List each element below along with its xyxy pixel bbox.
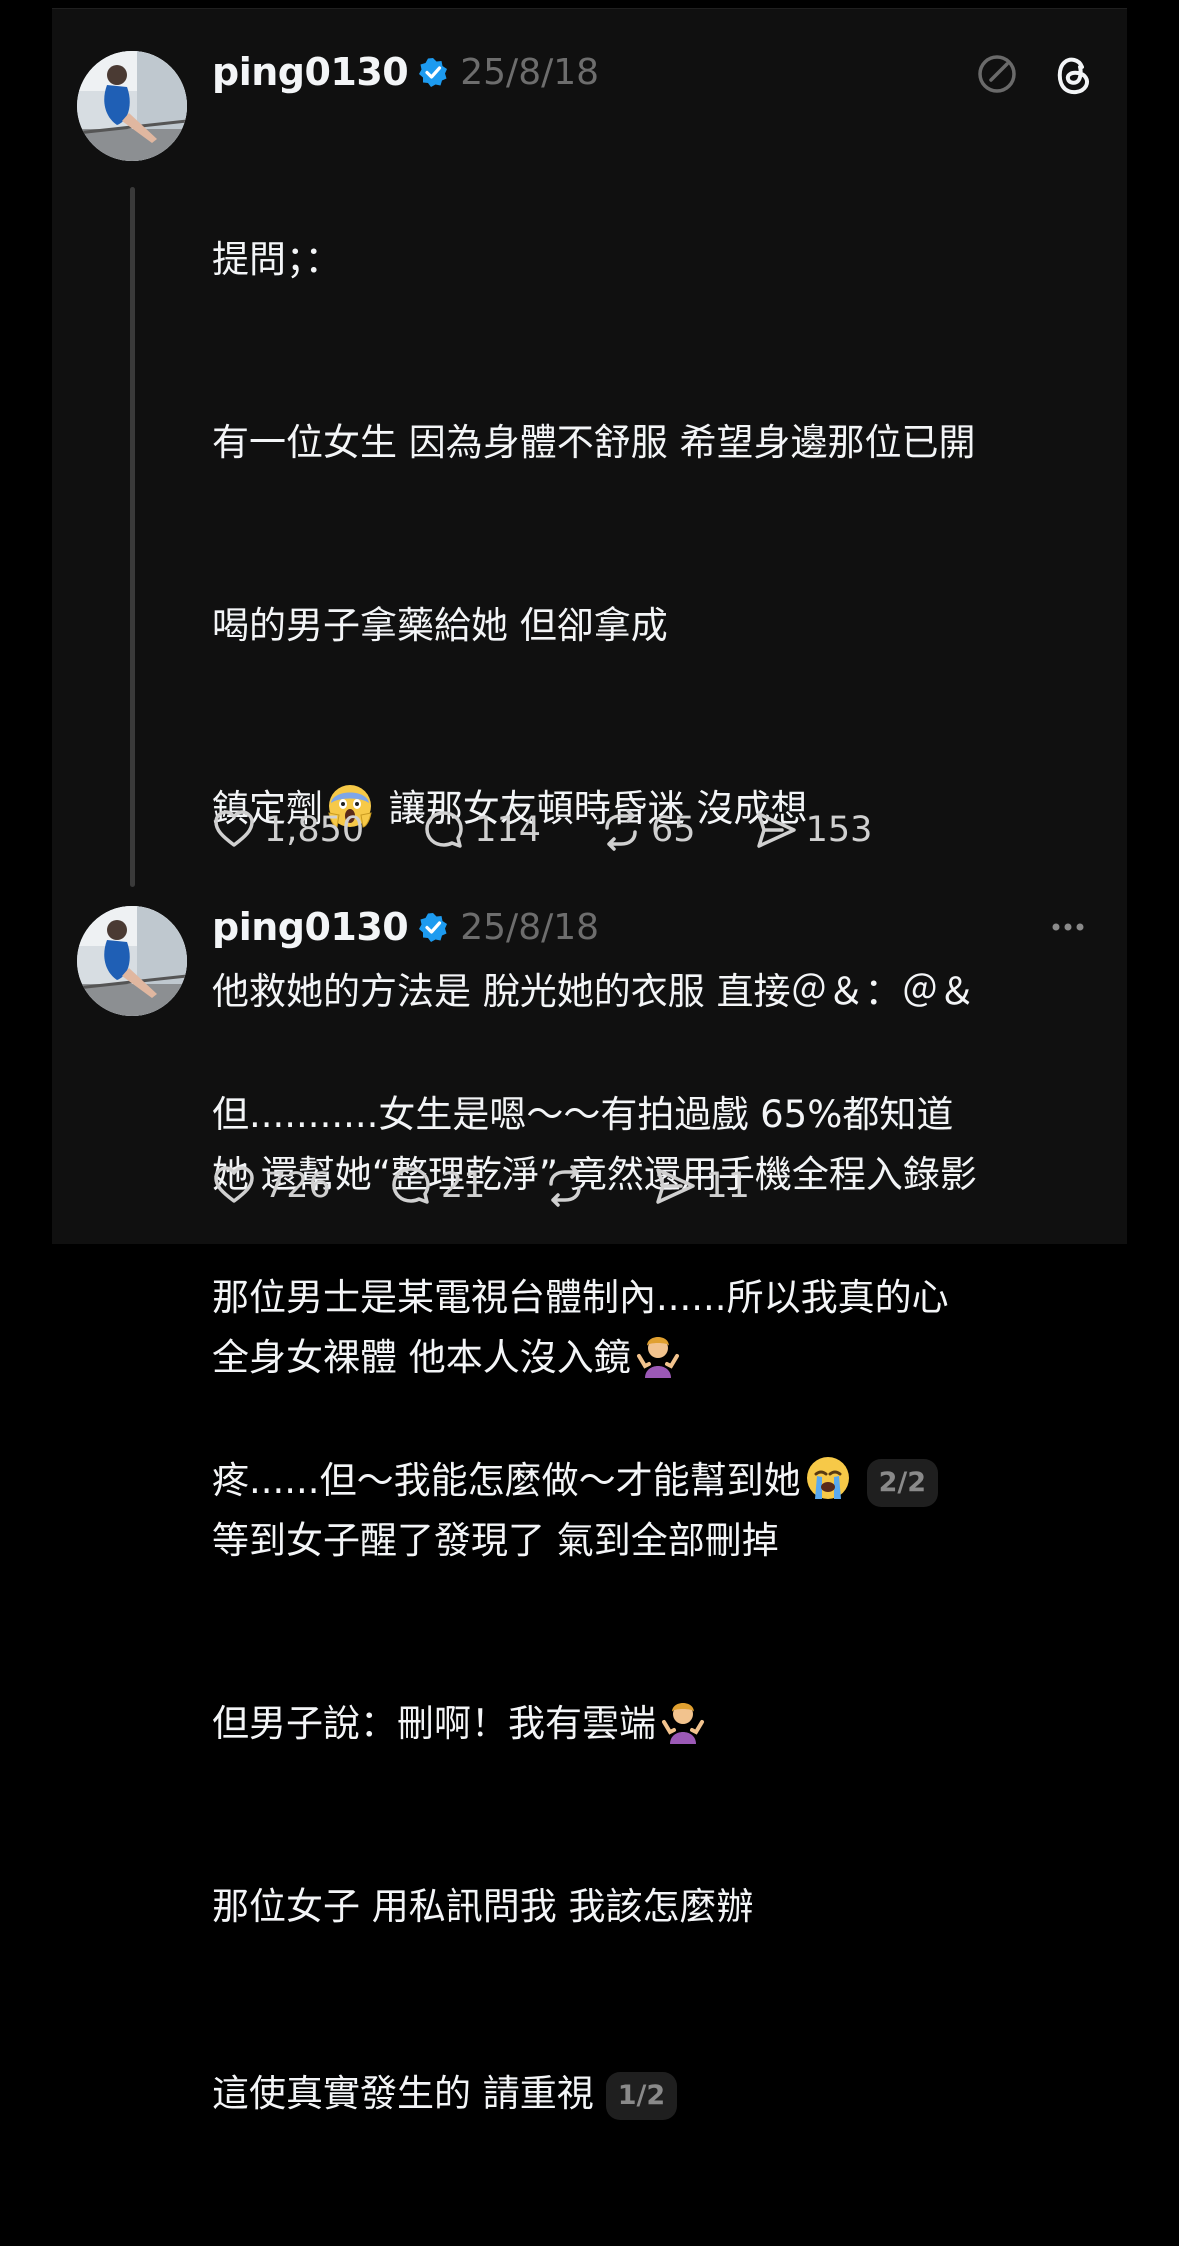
post-body: 但...........女生是嗯～～有拍過戲 65%都知道 那位男士是某電視台體…: [212, 962, 1092, 1633]
share-count: 153: [805, 810, 873, 850]
username[interactable]: ping0130: [212, 50, 409, 94]
text-line: 有一位女生 因為身體不舒服 希望身邊那位已開: [212, 421, 976, 464]
text-line: 喝的男子拿藥給她 但卻拿成: [212, 604, 668, 647]
page-indicator-badge: 2/2: [866, 1458, 939, 1507]
post-header: ping0130 25/8/18: [212, 47, 599, 97]
verified-badge-icon: [419, 913, 448, 942]
post-date[interactable]: 25/8/18: [460, 52, 599, 93]
text-line: 這使真實發生的 請重視 1/2: [212, 2063, 1092, 2124]
threads-logo-icon[interactable]: [1052, 53, 1094, 97]
more-icon[interactable]: [1048, 917, 1088, 937]
avatar[interactable]: [77, 51, 187, 161]
person-shrugging-emoji-icon: [662, 1703, 704, 1744]
reply-button[interactable]: 114: [422, 808, 541, 852]
repost-icon: [549, 1165, 582, 1207]
share-icon: [656, 1168, 696, 1204]
edit-icon[interactable]: [976, 53, 1018, 95]
reply-count: 21: [440, 1166, 486, 1206]
post-actions: 1,850 114 65 153: [212, 805, 930, 855]
text-line: 疼......但～我能怎麼做～才能幫到她 2/2: [212, 1450, 1092, 1511]
like-button[interactable]: 1,850: [212, 808, 364, 852]
text-segment: 這使真實發生的 請重視: [212, 2072, 594, 2115]
text-line: 那位女子 用私訊問我 我該怎麼辦: [212, 1885, 754, 1928]
repost-button[interactable]: [543, 1164, 595, 1208]
reply-icon: [392, 1167, 430, 1204]
reply-count: 114: [474, 810, 542, 850]
repost-count: 65: [651, 810, 696, 850]
share-icon: [756, 812, 796, 848]
avatar[interactable]: [77, 906, 187, 1016]
share-button[interactable]: 153: [754, 808, 873, 852]
post-actions: 726 21 11: [212, 1161, 808, 1211]
post-header: ping0130 25/8/18: [212, 902, 599, 952]
post-date[interactable]: 25/8/18: [460, 907, 599, 948]
text-line: 提問；：: [212, 238, 342, 281]
repost-button[interactable]: 65: [599, 808, 696, 852]
text-segment: 疼......但～我能怎麼做～才能幫到她: [212, 1459, 801, 1502]
share-button[interactable]: 11: [653, 1164, 750, 1208]
crying-face-emoji-icon: [806, 1457, 849, 1499]
heart-icon: [214, 1166, 254, 1203]
text-line: 那位男士是某電視台體制內......所以我真的心: [212, 1276, 949, 1319]
text-line-with-emoji: 但男子說：刪啊！我有雲端: [212, 1693, 1092, 1754]
reply-button[interactable]: 21: [389, 1164, 486, 1208]
heart-icon: [214, 810, 254, 847]
verified-badge-icon: [419, 58, 448, 87]
username[interactable]: ping0130: [212, 905, 409, 949]
reply-icon: [425, 811, 463, 848]
thread-line: [130, 187, 135, 887]
text-segment: 但男子說：刪啊！我有雲端: [212, 1702, 656, 1745]
text-line: 但...........女生是嗯～～有拍過戲 65%都知道: [212, 1093, 954, 1136]
share-count: 11: [705, 1166, 750, 1206]
like-count: 726: [264, 1166, 331, 1206]
like-button[interactable]: 726: [212, 1164, 331, 1208]
threads-feed: ping0130 25/8/18 提問；： 有一位女生 因為身體不舒服 希望身邊…: [52, 8, 1127, 2120]
page-indicator-badge: 1/2: [605, 2071, 678, 2120]
repost-icon: [605, 809, 637, 851]
like-count: 1,850: [264, 810, 365, 850]
